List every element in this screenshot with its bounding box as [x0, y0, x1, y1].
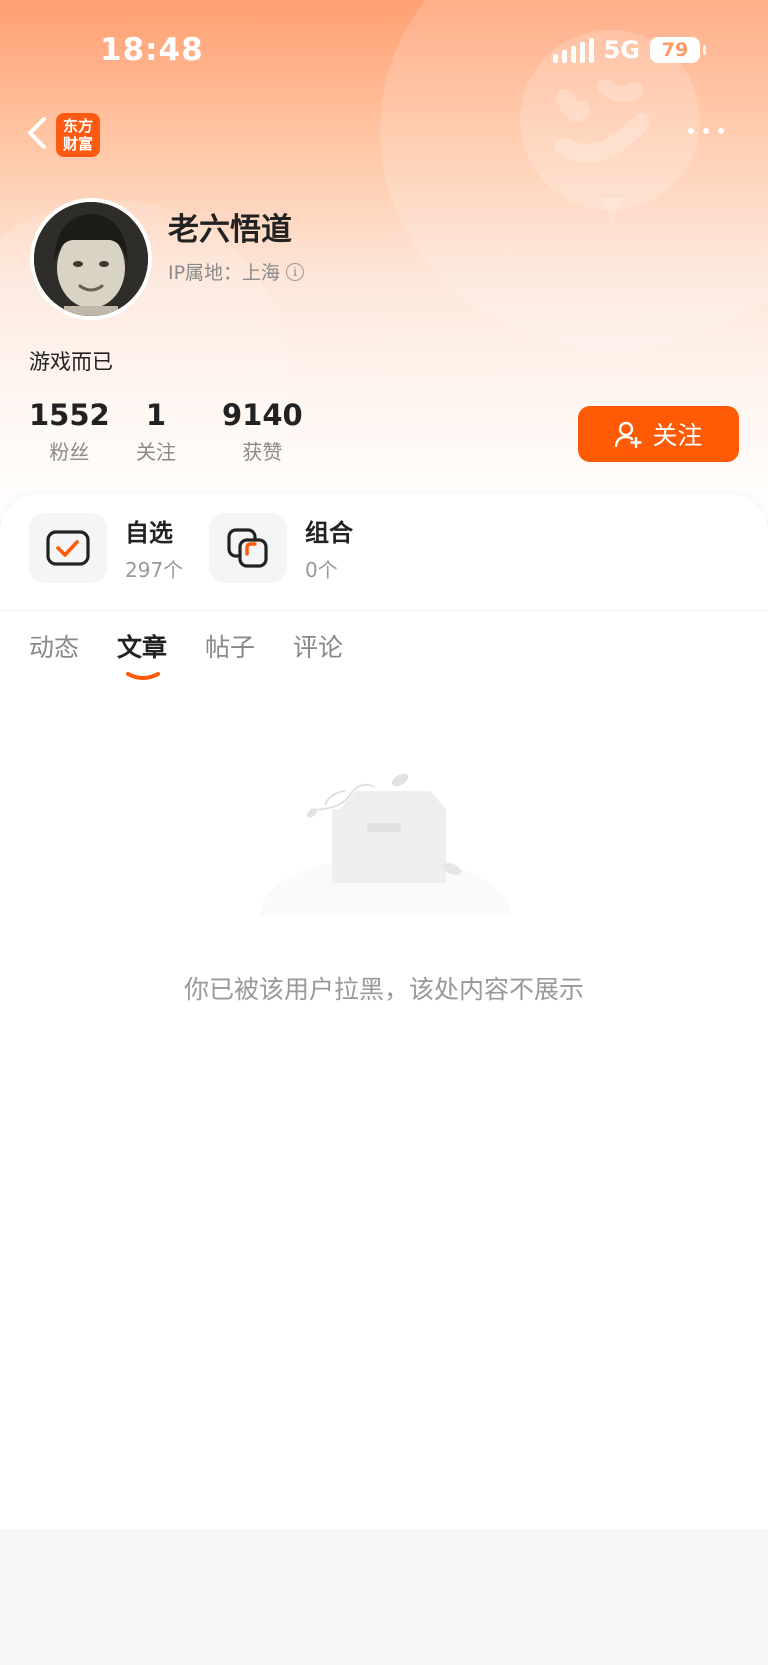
shortcut-watchlist[interactable]: 自选 297个	[29, 513, 183, 583]
empty-box-icon	[250, 773, 520, 925]
tab-posts[interactable]: 帖子	[205, 628, 255, 664]
status-indicators: 5G 79	[552, 36, 706, 64]
stat-label: 粉丝	[49, 440, 90, 464]
ip-location-text: IP属地：上海	[168, 262, 281, 284]
battery-level: 79	[661, 39, 689, 61]
tab-articles[interactable]: 文章	[117, 628, 168, 680]
shortcut-count: 0个	[305, 558, 338, 582]
follow-button[interactable]: 关注	[578, 406, 739, 462]
signal-icon	[552, 37, 594, 63]
divider	[0, 610, 768, 611]
status-time: 18:48	[100, 32, 204, 68]
stat-following[interactable]: 1 关注	[136, 398, 176, 465]
tab-comments[interactable]: 评论	[293, 628, 343, 664]
empty-state-message: 你已被该用户拉黑，该处内容不展示	[183, 975, 584, 1004]
ip-location: IP属地：上海 i	[168, 258, 305, 285]
decorative-bubble-tail	[600, 198, 624, 220]
more-dots-icon[interactable]	[688, 128, 724, 134]
username: 老六悟道	[168, 212, 292, 248]
watchlist-check-icon	[29, 513, 107, 583]
stat-label: 关注	[136, 440, 176, 464]
chevron-left-icon[interactable]	[24, 115, 50, 151]
shortcut-title: 自选	[125, 519, 173, 547]
stat-value: 1552	[29, 398, 110, 432]
avatar-photo	[34, 202, 148, 316]
shortcut-title: 组合	[305, 519, 353, 547]
add-user-icon	[615, 421, 643, 449]
app-logo-line1: 东方	[62, 117, 93, 135]
content-tabs: 动态 文章 帖子 评论	[29, 628, 343, 680]
shortcut-count: 297个	[125, 558, 184, 582]
info-icon[interactable]: i	[286, 262, 305, 281]
bio: 游戏而已	[29, 350, 113, 374]
stat-likes[interactable]: 9140 获赞	[222, 398, 303, 465]
shortcut-portfolio[interactable]: 组合 0个	[209, 513, 353, 583]
tab-dynamics[interactable]: 动态	[29, 628, 79, 664]
stat-label: 获赞	[242, 440, 283, 464]
tab-label: 文章	[117, 633, 168, 662]
active-tab-indicator	[126, 672, 161, 680]
decorative-wink-face-icon	[555, 80, 650, 163]
bottom-area	[0, 1529, 768, 1665]
battery-icon: 79	[650, 37, 706, 63]
stat-value: 1	[145, 398, 167, 432]
follow-button-label: 关注	[652, 421, 703, 450]
avatar[interactable]	[30, 198, 152, 320]
portfolio-stack-icon	[209, 513, 287, 583]
app-logo-line2: 财富	[62, 135, 93, 153]
network-type: 5G	[603, 36, 640, 64]
stat-value: 9140	[222, 398, 303, 432]
stat-followers[interactable]: 1552 粉丝	[29, 398, 110, 465]
app-logo: 东方 财富	[56, 113, 100, 157]
